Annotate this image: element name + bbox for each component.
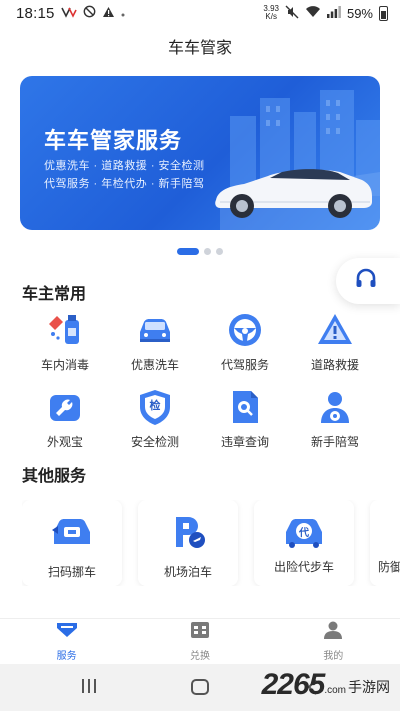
promo-banner[interactable]: 车车管家服务	[20, 76, 380, 230]
service-designated-driver[interactable]: 代驾服务	[200, 310, 290, 373]
shield-badge-text: 检	[149, 400, 161, 412]
status-bar: 18:15 3.93 K/s 59%	[0, 0, 400, 26]
service-label: 代驾服务	[220, 358, 269, 372]
service-card-replacement-car[interactable]: 代 出险代步车	[254, 500, 354, 586]
service-label: 外观宝	[46, 435, 83, 449]
alert-icon	[102, 6, 115, 21]
banner-subtitle-1: 优惠洗车 · 道路救援 · 安全检测	[44, 160, 205, 172]
service-label: 安全检测	[130, 435, 179, 449]
service-card-move-car[interactable]: 扫码挪车	[22, 500, 122, 586]
tab-label: 我的	[323, 651, 344, 662]
battery-percent: 59%	[346, 5, 373, 21]
service-card-label: 扫码挪车	[47, 565, 96, 579]
exchange-icon	[189, 621, 211, 644]
service-card-label: 机场泊车	[163, 565, 212, 579]
tab-label: 服务	[56, 651, 77, 662]
tab-exchange[interactable]: 兑换	[133, 619, 266, 664]
service-appearance[interactable]: 外观宝	[20, 387, 110, 450]
notification-dot-icon	[121, 6, 125, 20]
service-safety-check[interactable]: 检 安全检测	[110, 387, 200, 450]
watermark-text: 手游网	[348, 679, 390, 695]
wrench-icon	[45, 387, 85, 427]
banner-subtitle-2: 代驾服务 · 年检代办 · 新手陪驾	[44, 178, 205, 190]
status-time: 18:15	[16, 4, 55, 22]
service-card-label: 防御	[378, 560, 400, 574]
blocked-icon	[83, 5, 96, 21]
driver-icon	[315, 387, 355, 427]
watermark-suffix: .com	[324, 685, 346, 696]
scan-car-icon	[50, 514, 94, 555]
page-title: 车车管家	[167, 40, 232, 57]
service-road-rescue[interactable]: 道路救援	[290, 310, 380, 373]
warning-triangle-icon	[315, 310, 355, 350]
service-novice-driving[interactable]: 新手陪驾	[290, 387, 380, 450]
pager-dot-active[interactable]	[177, 248, 199, 255]
home-icon[interactable]	[190, 678, 210, 701]
service-label: 优惠洗车	[130, 358, 179, 372]
service-card-airport-parking[interactable]: 机场泊车	[138, 500, 238, 586]
service-label: 车内消毒	[40, 358, 89, 372]
banner-title: 车车管家服务	[44, 128, 183, 153]
section-title-owner: 车主常用	[22, 286, 87, 303]
volte-icon	[60, 6, 77, 21]
banner-pager[interactable]	[0, 248, 400, 255]
profile-icon	[322, 621, 344, 644]
steering-wheel-icon	[225, 310, 265, 350]
customer-support-button[interactable]	[336, 258, 400, 304]
site-watermark: 2265 .com 手游网	[262, 668, 390, 702]
mute-icon	[285, 5, 299, 22]
recent-apps-icon[interactable]	[80, 678, 98, 699]
parking-plane-icon	[166, 514, 210, 555]
tab-label: 兑换	[189, 651, 210, 662]
tab-profile[interactable]: 我的	[267, 619, 400, 664]
net-speed: 3.93 K/s	[263, 4, 279, 21]
replacement-badge-text: 代	[299, 528, 309, 539]
service-label: 道路救援	[310, 358, 359, 372]
tab-service[interactable]: 服务	[0, 619, 133, 664]
signal-icon	[326, 5, 341, 21]
service-disinfect[interactable]: 车内消毒	[20, 310, 110, 373]
service-icon	[56, 621, 78, 644]
replacement-car-icon: 代	[282, 514, 326, 550]
disinfect-icon	[45, 310, 85, 350]
battery-icon	[379, 5, 388, 21]
document-search-icon	[225, 387, 265, 427]
app-header: 车车管家	[0, 26, 400, 66]
bottom-tab-bar: 服务 兑换 我的	[0, 618, 400, 664]
wifi-icon	[305, 5, 321, 21]
service-card-partial[interactable]: 防御	[370, 500, 400, 586]
service-violation-query[interactable]: 违章查询	[200, 387, 290, 450]
pager-dot[interactable]	[216, 248, 223, 255]
service-label: 违章查询	[220, 435, 269, 449]
service-card-label: 出险代步车	[273, 560, 334, 574]
service-label: 新手陪驾	[310, 435, 359, 449]
watermark-number: 2265	[261, 668, 326, 701]
service-car-wash[interactable]: 优惠洗车	[110, 310, 200, 373]
shield-check-icon: 检	[135, 387, 175, 427]
owner-services-grid: 车内消毒 优惠洗车 代驾服务 道路救援 外观宝 检 安全检测 违章查询 新手陪驾	[20, 310, 380, 450]
section-title-other: 其他服务	[22, 468, 87, 485]
other-services-carousel[interactable]: 扫码挪车 机场泊车 代 出险代步车 防御	[22, 500, 400, 586]
car-wash-icon	[135, 310, 175, 350]
headset-icon	[354, 267, 378, 296]
pager-dot[interactable]	[204, 248, 211, 255]
